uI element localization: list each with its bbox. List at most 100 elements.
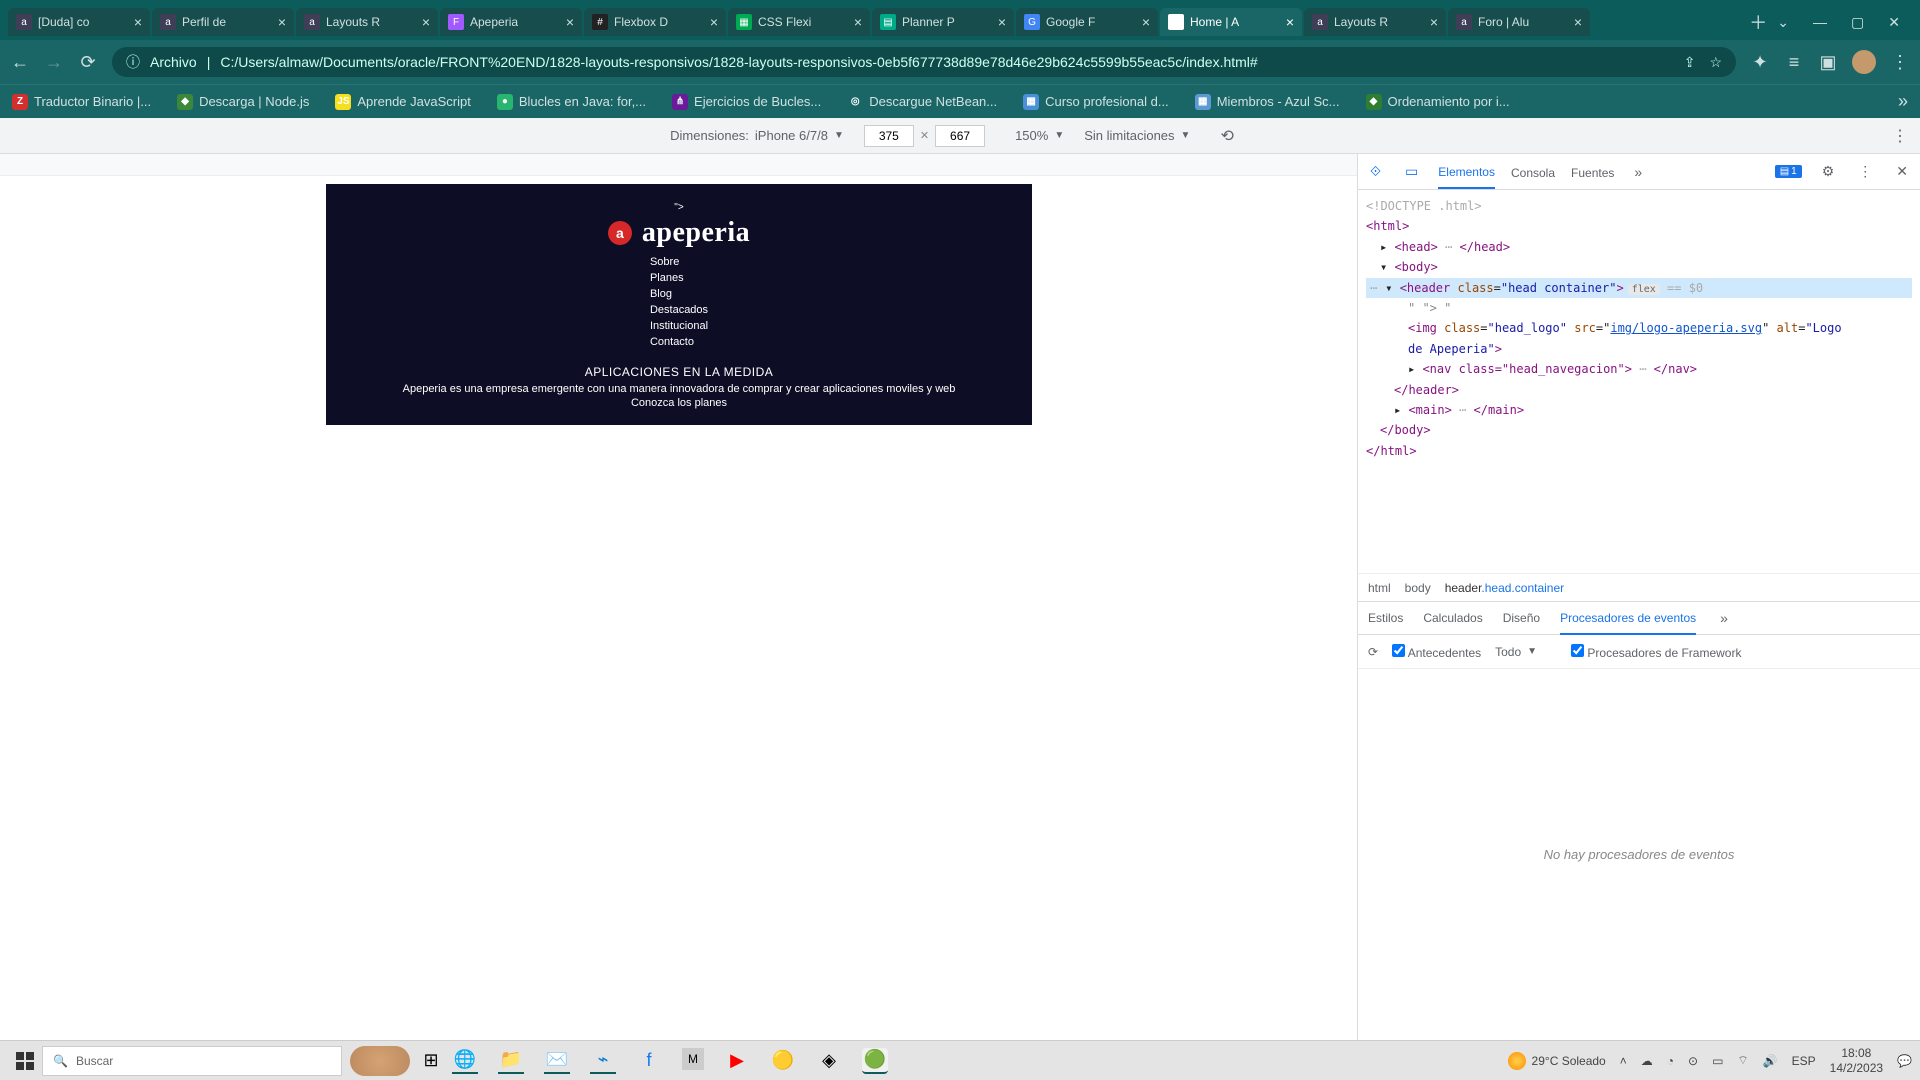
- tab-close-icon[interactable]: ×: [998, 14, 1006, 30]
- tab-elements[interactable]: Elementos: [1438, 155, 1495, 189]
- nav-back-button[interactable]: ←: [10, 52, 30, 73]
- minimize-icon[interactable]: ―: [1813, 14, 1827, 31]
- bookmark-star-icon[interactable]: ☆: [1709, 54, 1722, 71]
- browser-tab[interactable]: FApeperia×: [440, 8, 582, 36]
- browser-tab[interactable]: ◷Home | A×: [1160, 8, 1302, 36]
- issues-badge[interactable]: ▤ 1: [1775, 165, 1802, 178]
- nav-link[interactable]: Destacados: [650, 303, 708, 319]
- bookmark-item[interactable]: ▦Curso profesional d...: [1023, 94, 1169, 110]
- ancestors-checkbox[interactable]: Antecedentes: [1392, 644, 1481, 660]
- share-icon[interactable]: ⇪: [1684, 54, 1696, 71]
- dom-tree[interactable]: <!DOCTYPE .html> <html> ▸ <head> ⋯ </hea…: [1358, 190, 1920, 573]
- nav-link[interactable]: Contacto: [650, 335, 708, 351]
- more-tabs-icon[interactable]: »: [1630, 160, 1646, 184]
- tabsearch-icon[interactable]: ⌄: [1777, 14, 1789, 31]
- tray-battery-icon[interactable]: ▭: [1712, 1054, 1723, 1068]
- tab-close-icon[interactable]: ×: [710, 14, 718, 30]
- hero-cta[interactable]: Conozca los planes: [356, 397, 1002, 409]
- app-vscode[interactable]: ⌁: [590, 1048, 616, 1074]
- device-mode-icon[interactable]: ▭: [1401, 159, 1422, 184]
- close-window-icon[interactable]: ✕: [1888, 14, 1900, 31]
- tab-close-icon[interactable]: ×: [854, 14, 862, 30]
- device-bar-more-icon[interactable]: ⋮: [1892, 126, 1908, 146]
- subtab-styles[interactable]: Estilos: [1368, 611, 1403, 625]
- tray-wifi-icon[interactable]: ⌔: [1737, 1053, 1748, 1068]
- taskbar-search[interactable]: 🔍 Buscar: [42, 1046, 342, 1076]
- nav-link[interactable]: Sobre: [650, 255, 708, 271]
- app-explorer[interactable]: 📁: [498, 1048, 524, 1074]
- extensions-icon[interactable]: ✦: [1750, 52, 1770, 73]
- more-subtabs-icon[interactable]: »: [1716, 606, 1732, 630]
- tray-volume-icon[interactable]: 🔊: [1763, 1054, 1778, 1068]
- browser-tab[interactable]: ▤Planner P×: [872, 8, 1014, 36]
- browser-tab[interactable]: a[Duda] co×: [8, 8, 150, 36]
- app-chrome[interactable]: 🟡: [770, 1048, 796, 1074]
- browser-menu-icon[interactable]: ⋮: [1890, 52, 1910, 73]
- browser-tab[interactable]: GGoogle F×: [1016, 8, 1158, 36]
- app-m[interactable]: M: [682, 1048, 704, 1070]
- tab-console[interactable]: Consola: [1511, 156, 1555, 188]
- tab-close-icon[interactable]: ×: [1574, 14, 1582, 30]
- browser-tab[interactable]: #Flexbox D×: [584, 8, 726, 36]
- refresh-icon[interactable]: ⟳: [1368, 645, 1378, 659]
- subtab-layout[interactable]: Diseño: [1503, 611, 1540, 625]
- tab-close-icon[interactable]: ×: [278, 14, 286, 30]
- bookmark-item[interactable]: ZTraductor Binario |...: [12, 94, 151, 110]
- zoom-select[interactable]: 150% ▼: [1015, 128, 1064, 143]
- event-scope-select[interactable]: Todo ▼: [1495, 645, 1537, 659]
- bookmark-item[interactable]: ⋔Ejercicios de Bucles...: [672, 94, 821, 110]
- app-edge[interactable]: 🌐: [452, 1048, 478, 1074]
- new-tab-button[interactable]: ＋: [1739, 5, 1777, 39]
- browser-tab[interactable]: ▦CSS Flexi×: [728, 8, 870, 36]
- profile-avatar[interactable]: [1852, 50, 1876, 74]
- inspect-icon[interactable]: ⟐: [1366, 159, 1385, 184]
- framework-checkbox[interactable]: Procesadores de Framework: [1571, 644, 1741, 660]
- tray-notifications-icon[interactable]: 💬: [1897, 1054, 1912, 1068]
- reading-list-icon[interactable]: ≡: [1784, 52, 1804, 73]
- bookmark-item[interactable]: ◆Ordenamiento por i...: [1366, 94, 1510, 110]
- tray-meet-icon[interactable]: ◔: [1667, 1054, 1674, 1068]
- app-misc[interactable]: ◈: [816, 1048, 842, 1074]
- device-select[interactable]: Dimensiones: iPhone 6/7/8 ▼: [670, 128, 844, 143]
- nav-link[interactable]: Planes: [650, 271, 708, 287]
- maximize-icon[interactable]: ▢: [1851, 14, 1864, 31]
- browser-tab[interactable]: aPerfil de×: [152, 8, 294, 36]
- devtools-more-icon[interactable]: ⋮: [1854, 159, 1876, 184]
- tab-close-icon[interactable]: ×: [422, 14, 430, 30]
- throttle-select[interactable]: Sin limitaciones ▼: [1084, 128, 1190, 143]
- tab-close-icon[interactable]: ×: [566, 14, 574, 30]
- url-field[interactable]: ⓘ Archivo | C:/Users/almaw/Documents/ora…: [112, 47, 1736, 77]
- tab-close-icon[interactable]: ×: [1286, 14, 1294, 30]
- tab-close-icon[interactable]: ×: [1430, 14, 1438, 30]
- subtab-events[interactable]: Procesadores de eventos: [1560, 601, 1696, 635]
- device-width-input[interactable]: [864, 125, 914, 147]
- breadcrumb[interactable]: html body header.head.container: [1358, 573, 1920, 601]
- site-info-icon[interactable]: ⓘ: [126, 52, 140, 72]
- tray-onedrive-icon[interactable]: ☁: [1641, 1054, 1653, 1068]
- bookmark-item[interactable]: ◎Descargue NetBean...: [847, 94, 997, 110]
- app-facebook[interactable]: f: [636, 1048, 662, 1074]
- app-youtube[interactable]: ▶: [724, 1048, 750, 1074]
- app-mail[interactable]: ✉️: [544, 1048, 570, 1074]
- tab-sources[interactable]: Fuentes: [1571, 156, 1614, 188]
- browser-tab[interactable]: aLayouts R×: [1304, 8, 1446, 36]
- subtab-computed[interactable]: Calculados: [1423, 611, 1482, 625]
- nav-forward-button[interactable]: →: [44, 52, 64, 73]
- bookmark-item[interactable]: ●Blucles en Java: for,...: [497, 94, 646, 110]
- tab-close-icon[interactable]: ×: [134, 14, 142, 30]
- rotate-icon[interactable]: ⟲: [1220, 126, 1233, 146]
- settings-gear-icon[interactable]: ⚙: [1818, 159, 1839, 184]
- nav-link[interactable]: Blog: [650, 287, 708, 303]
- nav-link[interactable]: Institucional: [650, 319, 708, 335]
- nav-reload-button[interactable]: ⟳: [78, 52, 98, 73]
- start-button[interactable]: [8, 1046, 42, 1076]
- tray-clock[interactable]: 18:08 14/2/2023: [1830, 1046, 1883, 1075]
- browser-tab[interactable]: aLayouts R×: [296, 8, 438, 36]
- sidepanel-icon[interactable]: ▣: [1818, 52, 1838, 73]
- app-chrome-active[interactable]: 🟢: [862, 1048, 888, 1074]
- weather-widget[interactable]: 29°C Soleado: [1508, 1052, 1606, 1070]
- devtools-close-icon[interactable]: ✕: [1892, 159, 1912, 184]
- task-view-icon[interactable]: ⊞: [418, 1048, 444, 1074]
- device-height-input[interactable]: [935, 125, 985, 147]
- bookmark-overflow-icon[interactable]: »: [1898, 91, 1908, 112]
